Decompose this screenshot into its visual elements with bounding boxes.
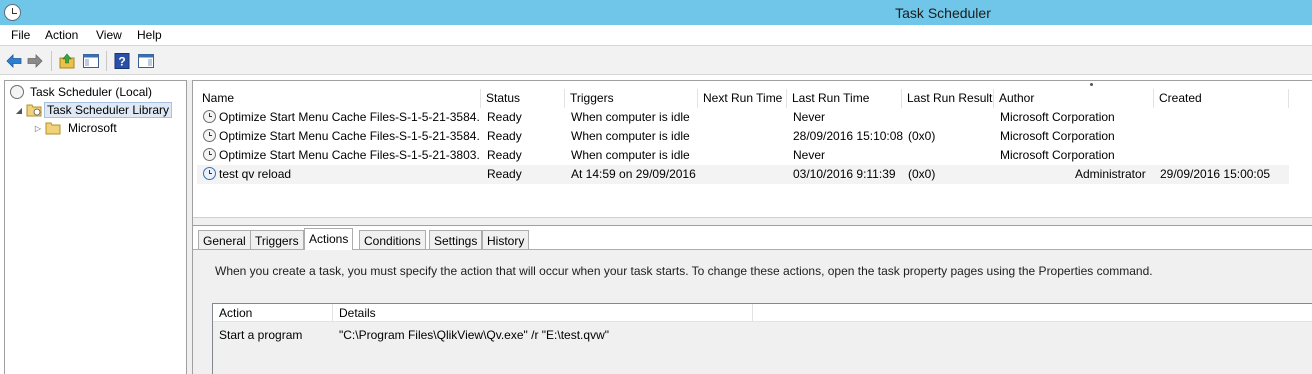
task-author: Microsoft Corporation [1000,148,1115,162]
horizontal-splitter[interactable] [193,217,1312,226]
task-author: Microsoft Corporation [1000,129,1115,143]
main-pane: Name Status Triggers Next Run Time Last … [192,80,1312,374]
column-header-details[interactable]: Details [333,304,753,322]
task-triggers: When computer is idle [571,110,690,124]
task-name: Optimize Start Menu Cache Files-S-1-5-21… [219,110,479,124]
svg-text:?: ? [118,55,125,69]
column-header-last-run-result[interactable]: Last Run Result [902,89,994,108]
task-last-run-time: 28/09/2016 15:10:08 [793,129,904,143]
task-status: Ready [487,110,522,124]
task-triggers: When computer is idle [571,148,690,162]
expanded-chevron-icon[interactable]: ◢ [14,106,24,115]
library-folder-icon [26,104,42,117]
tree-item-label: Task Scheduler (Local) [30,85,153,99]
column-header-next-run-time[interactable]: Next Run Time [698,89,787,108]
up-folder-icon[interactable] [58,52,76,70]
tab-actions[interactable]: Actions [304,228,354,250]
task-last-run-result: (0x0) [908,167,936,181]
task-clock-icon [203,148,216,161]
tree-item-microsoft[interactable]: ▷ Microsoft [33,119,120,137]
menu-file[interactable]: File [11,28,30,42]
actions-description: When you create a task, you must specify… [215,264,1153,278]
toolbar: ? [0,45,1312,75]
task-clock-icon [203,110,216,123]
task-name: Optimize Start Menu Cache Files-S-1-5-21… [219,129,479,143]
menu-bar: File Action View Help [0,25,1312,45]
tree-item-label: Microsoft [68,121,117,135]
window-title: Task Scheduler [895,5,991,21]
column-header-created[interactable]: Created [1154,89,1289,108]
column-header-last-run-time[interactable]: Last Run Time [787,89,902,108]
action-type[interactable]: Start a program [219,328,302,342]
tab-general[interactable]: General [198,230,251,250]
collapsed-chevron-icon[interactable]: ▷ [33,124,43,133]
column-header-status[interactable]: Status [481,89,565,108]
help-icon[interactable]: ? [113,52,131,70]
task-last-run-time: Never [793,148,826,162]
task-status: Ready [487,129,522,143]
tab-triggers[interactable]: Triggers [250,230,304,250]
forward-arrow-icon[interactable] [26,52,44,70]
task-created: 29/09/2016 15:00:05 [1160,167,1271,181]
menu-help[interactable]: Help [137,28,162,42]
menu-view[interactable]: View [96,28,122,42]
task-author: Administrator [1075,167,1146,181]
toolbar-separator [51,51,52,71]
menu-action[interactable]: Action [45,28,78,42]
task-last-run-result: (0x0) [908,129,936,143]
tree-item-task-scheduler-library[interactable]: ◢ Task Scheduler Library [14,101,173,119]
task-name: Optimize Start Menu Cache Files-S-1-5-21… [219,148,479,162]
task-last-run-time: Never [793,110,826,124]
tab-history[interactable]: History [482,230,530,250]
back-arrow-icon[interactable] [5,52,23,70]
task-clock-icon [203,129,216,142]
action-details[interactable]: "C:\Program Files\QlikView\Qv.exe" /r "E… [339,328,609,342]
title-bar: Task Scheduler [0,0,1312,25]
task-name: test qv reload [219,167,292,181]
folder-icon [45,122,61,135]
task-triggers: At 14:59 on 29/09/2016 [571,167,696,181]
task-row[interactable]: Optimize Start Menu Cache Files-S-1-5-21… [197,127,1289,146]
task-row[interactable]: Optimize Start Menu Cache Files-S-1-5-21… [197,146,1289,165]
tree-item-task-scheduler-local[interactable]: Task Scheduler (Local) [10,83,155,101]
tree-item-label: Task Scheduler Library [44,102,173,118]
task-status: Ready [487,167,522,181]
task-last-run-time: 03/10/2016 9:11:39 [793,167,896,181]
actions-list: Action Details Start a program "C:\Progr… [212,303,1312,374]
task-clock-icon [203,167,216,180]
task-detail-pane: General Triggers Actions Conditions Sett… [193,226,1312,374]
task-row-selected[interactable]: test qv reload Ready At 14:59 on 29/09/2… [197,165,1289,184]
actions-tab-content: When you create a task, you must specify… [193,250,1312,374]
task-status: Ready [487,148,522,162]
column-header-author[interactable]: Author [994,89,1154,108]
task-row[interactable]: Optimize Start Menu Cache Files-S-1-5-21… [197,108,1289,127]
column-header-action[interactable]: Action [213,304,333,322]
column-header-triggers[interactable]: Triggers [565,89,698,108]
clock-icon [10,85,24,99]
show-hide-action-pane-icon[interactable] [137,52,155,70]
scroll-marker [1090,83,1093,86]
column-header-name[interactable]: Name [197,89,481,108]
actions-list-header: Action Details [213,304,1312,322]
tab-conditions[interactable]: Conditions [359,230,426,250]
show-hide-console-tree-icon[interactable] [82,52,100,70]
task-author: Microsoft Corporation [1000,110,1115,124]
toolbar-separator [106,51,107,71]
tab-settings[interactable]: Settings [429,230,483,250]
console-tree: Task Scheduler (Local) ◢ Task Scheduler … [4,80,187,374]
task-triggers: When computer is idle [571,129,690,143]
